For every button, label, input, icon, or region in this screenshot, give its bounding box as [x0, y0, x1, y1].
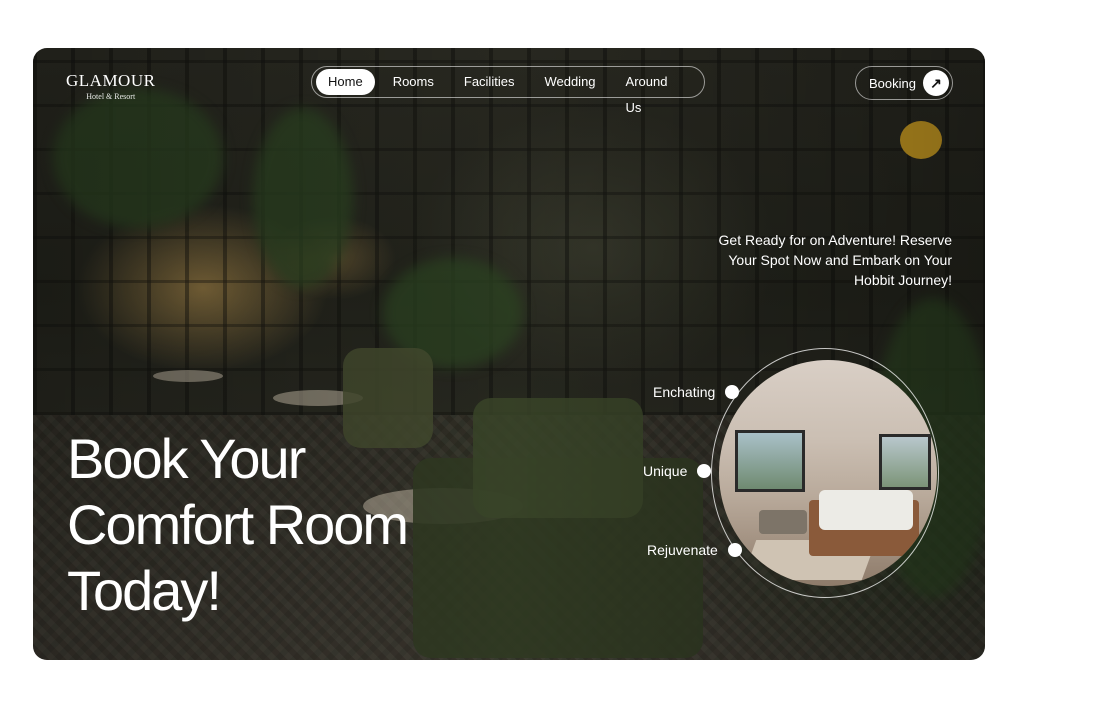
feature-dot — [697, 464, 712, 478]
tagline-line: Get Ready for on Adventure! Reserve — [718, 232, 952, 248]
nav-item-rooms[interactable]: Rooms — [381, 69, 446, 95]
arrow-up-right-icon: ↗ — [923, 70, 949, 96]
room-window-right — [879, 434, 931, 490]
headline-line: Book Your — [67, 427, 306, 490]
hero-tagline: Get Ready for on Adventure! Reserve Your… — [702, 230, 952, 290]
feature-rejuvenate[interactable]: Rejuvenate — [647, 542, 742, 558]
hero-headline: Book Your Comfort Room Today! — [67, 426, 409, 624]
room-sofa — [759, 510, 807, 534]
brand-subtitle: Hotel & Resort — [86, 92, 136, 101]
feature-enchating[interactable]: Enchating — [653, 384, 740, 400]
feature-dot — [725, 385, 740, 399]
feature-label: Unique — [643, 463, 688, 479]
brand-name: GLAMOUR — [66, 71, 156, 90]
room-bed-sheet — [819, 490, 913, 530]
brand-logo[interactable]: GLAMOUR Hotel & Resort — [66, 71, 155, 101]
feature-label: Rejuvenate — [647, 542, 718, 558]
headline-line: Comfort Room — [67, 493, 409, 556]
feature-unique[interactable]: Unique — [643, 463, 712, 479]
tagline-line: Hobbit Journey! — [853, 272, 952, 288]
room-preview-image[interactable] — [719, 360, 937, 586]
booking-button[interactable]: Booking ↗ — [855, 66, 953, 100]
booking-label: Booking — [869, 75, 916, 91]
main-nav: Home Rooms Facilities Wedding Around Us — [311, 66, 705, 115]
hero-background: GLAMOUR Hotel & Resort Home Rooms Facili… — [33, 48, 985, 660]
nav-item-home[interactable]: Home — [316, 69, 375, 95]
feature-dot — [727, 543, 742, 557]
room-window-left — [735, 430, 805, 492]
tagline-line: Your Spot Now and Embark on Your — [728, 252, 952, 268]
feature-label: Enchating — [653, 384, 716, 400]
nav-item-around-us[interactable]: Around Us — [614, 69, 694, 115]
nav-item-facilities[interactable]: Facilities — [452, 69, 527, 95]
headline-line: Today! — [67, 559, 222, 622]
nav-item-wedding[interactable]: Wedding — [532, 69, 607, 95]
